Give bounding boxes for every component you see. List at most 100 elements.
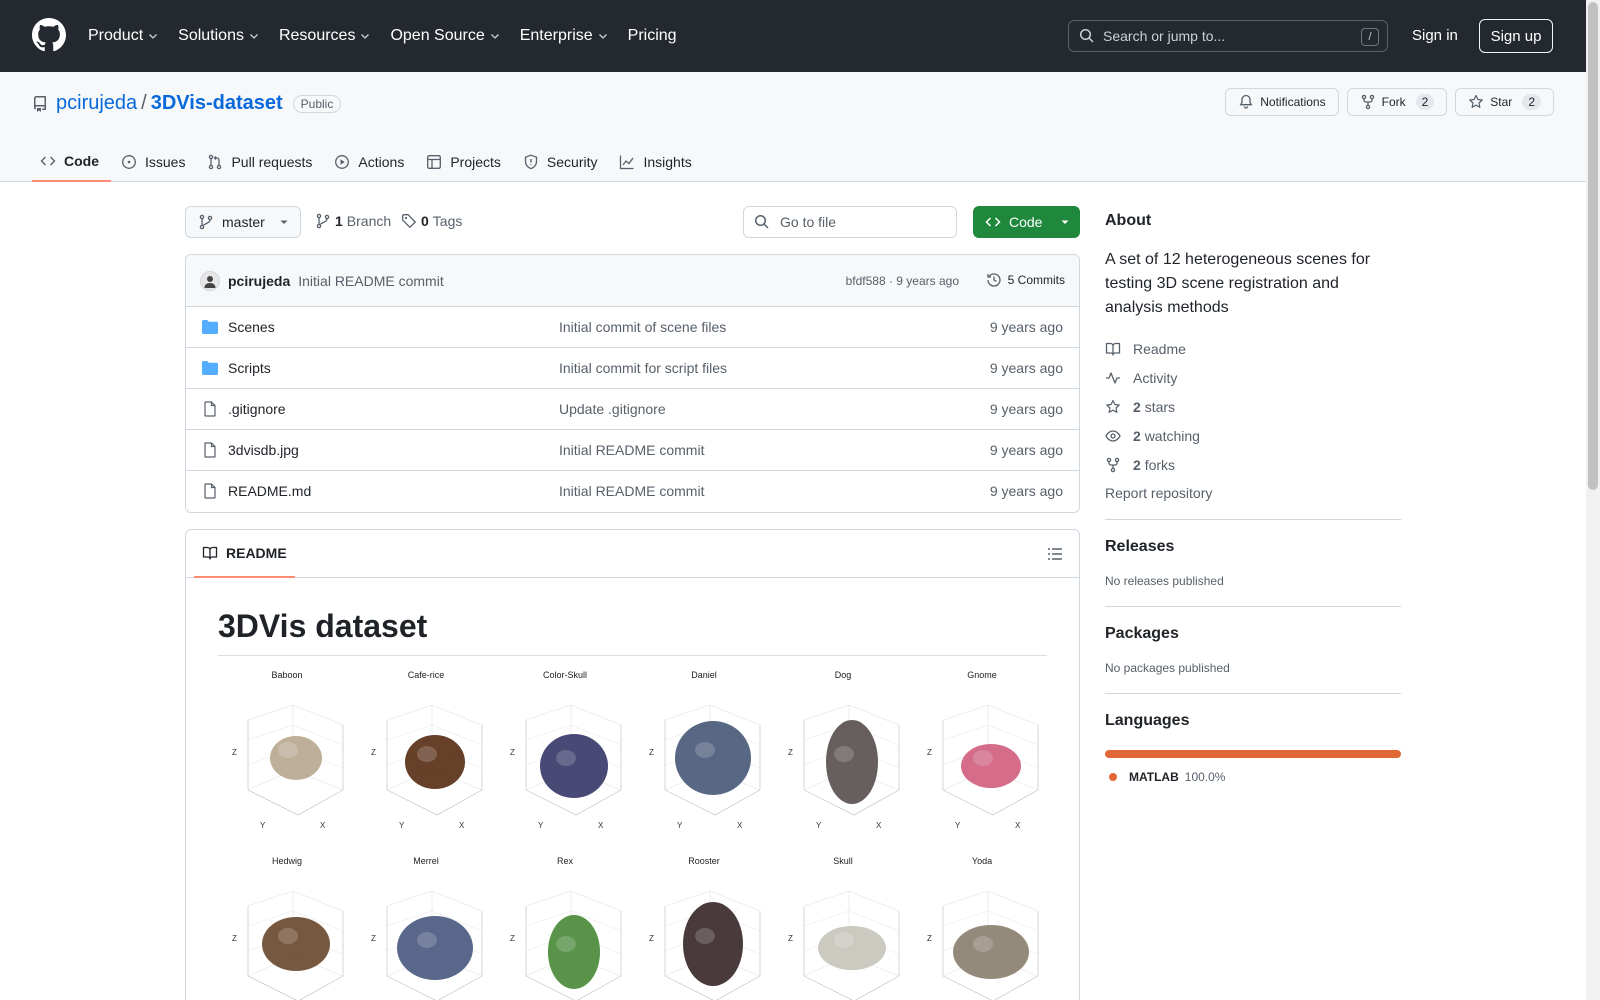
- readme-panel: README 3DVis dataset Baboon Z Y X Cafe-rice Z…: [185, 529, 1080, 1000]
- file-icon: [204, 483, 216, 499]
- tab-projects[interactable]: Projects: [418, 142, 513, 182]
- search-input[interactable]: Search or jump to... /: [1068, 20, 1388, 52]
- shield-icon: [524, 154, 538, 170]
- nav-open-source[interactable]: Open Source: [390, 27, 500, 45]
- file-row: .gitignore Update .gitignore 9 years ago: [186, 389, 1079, 430]
- tab-actions[interactable]: Actions: [326, 142, 416, 182]
- nav-resources[interactable]: Resources: [279, 27, 371, 45]
- code-icon: [40, 156, 56, 166]
- fork-label: Fork: [1381, 95, 1406, 109]
- file-type-icon: [202, 401, 218, 417]
- scene-3d-plot: ZYX: [371, 890, 483, 1000]
- watchers-link[interactable]: 2 watching: [1105, 421, 1401, 450]
- avatar[interactable]: [200, 270, 220, 291]
- global-header: Product Solutions Resources Open Source …: [0, 0, 1600, 72]
- tab-code[interactable]: Code: [32, 142, 111, 182]
- stars-link[interactable]: 2 stars: [1105, 392, 1401, 421]
- star-icon: [1106, 399, 1120, 413]
- svg-text:Z: Z: [649, 934, 654, 943]
- svg-text:Z: Z: [232, 934, 237, 943]
- scene-label: Daniel: [691, 670, 717, 680]
- svg-text:X: X: [737, 821, 743, 830]
- repo-actions: Notifications Fork 2 Star 2: [1225, 88, 1554, 116]
- file-commit-message-link[interactable]: Initial README commit: [559, 483, 704, 499]
- tab-issues[interactable]: Issues: [113, 142, 197, 182]
- play-icon: [335, 155, 350, 169]
- tab-insights[interactable]: Insights: [611, 142, 703, 182]
- issue-icon: [122, 155, 136, 169]
- repo-name-link[interactable]: 3DVis-dataset: [151, 92, 283, 115]
- file-name-link[interactable]: .gitignore: [228, 401, 286, 417]
- tab-pull-requests[interactable]: Pull requests: [199, 142, 324, 182]
- dataset-preview-image: Baboon Z Y X Cafe-rice Z Y X Color-Skull Z Y X Danie…: [218, 670, 1047, 1000]
- file-name-link[interactable]: README.md: [228, 483, 311, 499]
- nav-enterprise[interactable]: Enterprise: [520, 27, 609, 45]
- github-logo-icon[interactable]: [32, 18, 66, 52]
- packages-heading[interactable]: Packages: [1105, 625, 1401, 643]
- svg-text:Z: Z: [788, 934, 793, 943]
- languages-section: Languages MATLAB 100.0%: [1105, 693, 1401, 784]
- svg-text:X: X: [1015, 821, 1021, 830]
- star-button[interactable]: Star 2: [1455, 88, 1554, 116]
- fork-button[interactable]: Fork 2: [1346, 88, 1448, 116]
- readme-tab[interactable]: README: [194, 530, 295, 578]
- scrollbar-thumb[interactable]: [1588, 2, 1598, 490]
- report-repository-link[interactable]: Report repository: [1105, 485, 1401, 501]
- sign-in-link[interactable]: Sign in: [1412, 27, 1458, 44]
- repo-icon: [33, 95, 46, 112]
- svg-text:Y: Y: [260, 821, 266, 830]
- file-toolbar: master 1 Branch 0 Tags Go to file Code: [185, 206, 1080, 238]
- file-name-link[interactable]: Scenes: [228, 319, 275, 335]
- branches-link[interactable]: 1 Branch: [315, 213, 391, 229]
- forks-link[interactable]: 2 forks: [1105, 450, 1401, 479]
- scene-label: Color-Skull: [542, 670, 587, 680]
- latest-commit-row: pcirujeda Initial README commit bfdf588 …: [186, 255, 1079, 307]
- search-shortcut-key: /: [1361, 28, 1379, 46]
- sign-up-button[interactable]: Sign up: [1479, 19, 1553, 53]
- file-row: Scenes Initial commit of scene files 9 yea…: [186, 307, 1079, 348]
- file-commit-message-link[interactable]: Initial commit for script files: [559, 360, 727, 376]
- file-name-link[interactable]: Scripts: [228, 360, 271, 376]
- svg-text:Y: Y: [677, 821, 683, 830]
- branch-select-button[interactable]: master: [185, 206, 301, 238]
- activity-link[interactable]: Activity: [1105, 363, 1401, 392]
- tab-security[interactable]: Security: [515, 142, 610, 182]
- commit-hash-time[interactable]: bfdf588 · 9 years ago: [846, 274, 959, 288]
- file-type-icon: [202, 483, 218, 499]
- language-item[interactable]: MATLAB 100.0%: [1105, 770, 1401, 784]
- readme-title: 3DVis dataset: [218, 608, 1047, 656]
- about-description: A set of 12 heterogeneous scenes for tes…: [1105, 251, 1371, 316]
- commit-author-link[interactable]: pcirujeda: [228, 273, 290, 289]
- repo-owner-link[interactable]: pcirujeda: [56, 92, 137, 115]
- file-commit-message-link[interactable]: Update .gitignore: [559, 401, 666, 417]
- language-color-dot: [1109, 773, 1117, 781]
- code-button-label: Code: [1009, 214, 1043, 230]
- caret-down-icon: [1061, 220, 1069, 224]
- file-commit-message-link[interactable]: Initial commit of scene files: [559, 319, 726, 335]
- code-dropdown-button[interactable]: Code: [973, 206, 1080, 238]
- file-commit-date: 9 years ago: [989, 319, 1063, 335]
- file-row: README.md Initial README commit 9 years ag…: [186, 471, 1079, 512]
- nav-pricing[interactable]: Pricing: [628, 27, 677, 45]
- scene-thumbnail: Dog Z Y X: [774, 670, 912, 846]
- languages-heading: Languages: [1105, 712, 1190, 729]
- outline-list-icon[interactable]: [1047, 546, 1063, 562]
- nav-product[interactable]: Product: [88, 27, 159, 45]
- tag-count-label: Tags: [432, 213, 463, 229]
- releases-heading[interactable]: Releases: [1105, 538, 1401, 556]
- about-heading: About: [1105, 212, 1152, 229]
- notifications-button[interactable]: Notifications: [1225, 88, 1339, 116]
- commit-message-link[interactable]: Initial README commit: [298, 273, 443, 289]
- commits-link[interactable]: 5 Commits: [986, 272, 1065, 288]
- file-name-link[interactable]: 3dvisdb.jpg: [228, 442, 299, 458]
- file-commit-message-link[interactable]: Initial README commit: [559, 442, 704, 458]
- svg-text:X: X: [459, 821, 465, 830]
- nav-solutions[interactable]: Solutions: [178, 27, 260, 45]
- svg-text:X: X: [598, 821, 604, 830]
- file-type-icon: [202, 319, 218, 335]
- branch-name: master: [222, 214, 265, 230]
- readme-link[interactable]: Readme: [1105, 334, 1401, 363]
- go-to-file-input[interactable]: Go to file: [743, 206, 957, 238]
- readme-header: README: [186, 530, 1079, 578]
- tags-link[interactable]: 0 Tags: [401, 213, 462, 229]
